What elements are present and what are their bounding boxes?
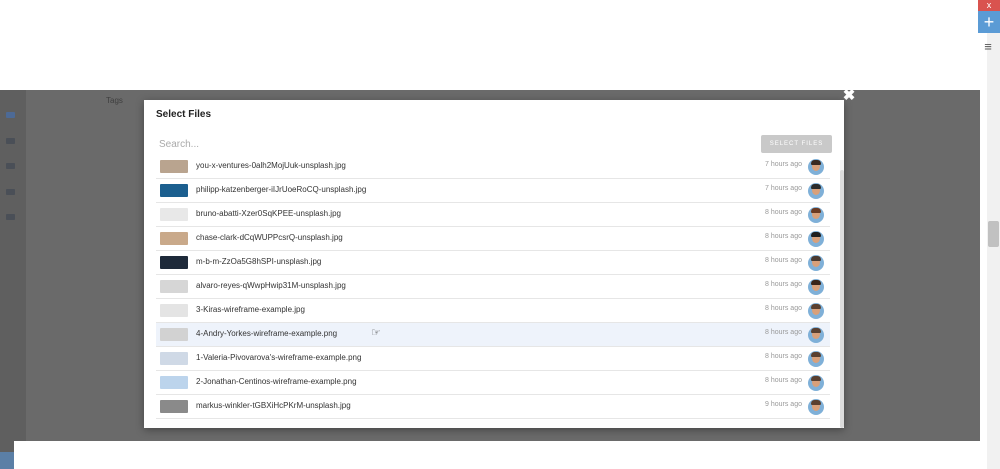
menu-icon[interactable]: ≡ xyxy=(981,40,995,54)
file-thumbnail xyxy=(160,256,188,269)
file-name: m-b-m-ZzOa5G8hSPI-unsplash.jpg xyxy=(196,257,322,266)
file-name: 1-Valeria-Pivovarova's-wireframe-example… xyxy=(196,353,362,362)
file-name: philipp-katzenberger-iIJrUoeRoCQ-unsplas… xyxy=(196,185,367,194)
file-time: 9 hours ago xyxy=(765,401,802,408)
select-files-button[interactable]: SELECT FILES xyxy=(761,135,832,153)
close-panel-button[interactable]: x xyxy=(978,0,1000,11)
file-time: 8 hours ago xyxy=(765,305,802,312)
file-thumbnail xyxy=(160,232,188,245)
background-tags-label: Tags xyxy=(106,96,123,105)
uploader-avatar xyxy=(808,255,824,271)
file-time: 8 hours ago xyxy=(765,257,802,264)
background-footer-strip xyxy=(0,452,14,469)
file-row[interactable]: philipp-katzenberger-iIJrUoeRoCQ-unsplas… xyxy=(156,179,830,203)
stack-icon xyxy=(6,214,15,220)
file-row[interactable]: 2-Jonathan-Centinos-wireframe-example.pn… xyxy=(156,371,830,395)
file-thumbnail xyxy=(160,280,188,293)
file-name: chase-clark-dCqWUPPcsrQ-unsplash.jpg xyxy=(196,233,343,242)
page-scrollbar-thumb[interactable] xyxy=(988,221,999,247)
file-list-scrollbar-thumb[interactable] xyxy=(840,170,844,428)
file-name: 3-Kiras-wireframe-example.jpg xyxy=(196,305,305,314)
file-row[interactable]: chase-clark-dCqWUPPcsrQ-unsplash.jpg 8 ho… xyxy=(156,227,830,251)
file-row[interactable]: 3-Kiras-wireframe-example.jpg 8 hours ago xyxy=(156,299,830,323)
file-time: 8 hours ago xyxy=(765,329,802,336)
file-row[interactable]: markus-winkler-tGBXiHcPKrM-unsplash.jpg 9… xyxy=(156,395,830,419)
uploader-avatar xyxy=(808,207,824,223)
uploader-avatar xyxy=(808,399,824,415)
uploader-avatar xyxy=(808,303,824,319)
file-name: markus-winkler-tGBXiHcPKrM-unsplash.jpg xyxy=(196,401,351,410)
add-button[interactable]: + xyxy=(978,11,1000,33)
uploader-avatar xyxy=(808,375,824,391)
file-time: 8 hours ago xyxy=(765,281,802,288)
uploader-avatar xyxy=(808,231,824,247)
select-files-modal: Select Files SELECT FILES you-x-ventures… xyxy=(144,100,844,428)
file-thumbnail xyxy=(160,184,188,197)
file-row[interactable]: you-x-ventures-0alh2MojUuk-unsplash.jpg 7… xyxy=(156,156,830,179)
file-thumbnail xyxy=(160,160,188,173)
file-time: 8 hours ago xyxy=(765,377,802,384)
file-row[interactable]: 1-Valeria-Pivovarova's-wireframe-example… xyxy=(156,347,830,371)
uploader-avatar xyxy=(808,351,824,367)
file-name: you-x-ventures-0alh2MojUuk-unsplash.jpg xyxy=(196,161,346,170)
file-thumbnail xyxy=(160,304,188,317)
file-thumbnail xyxy=(160,352,188,365)
file-time: 7 hours ago xyxy=(765,161,802,168)
uploader-avatar xyxy=(808,279,824,295)
card-icon xyxy=(6,138,15,144)
top-bar xyxy=(0,0,980,90)
file-row[interactable]: bruno-abatti-Xzer0SqKPEE-unsplash.jpg 8 h… xyxy=(156,203,830,227)
file-time: 8 hours ago xyxy=(765,233,802,240)
file-name: bruno-abatti-Xzer0SqKPEE-unsplash.jpg xyxy=(196,209,341,218)
file-time: 7 hours ago xyxy=(765,185,802,192)
modal-title: Select Files xyxy=(156,109,212,120)
hand-cursor-icon: ☞ xyxy=(371,327,381,339)
uploader-avatar xyxy=(808,183,824,199)
file-row[interactable]: 4-Andry-Yorkes-wireframe-example.png 8 ho… xyxy=(156,323,830,347)
file-thumbnail xyxy=(160,400,188,413)
search-input[interactable] xyxy=(156,135,752,153)
file-row[interactable]: m-b-m-ZzOa5G8hSPI-unsplash.jpg 8 hours ag… xyxy=(156,251,830,275)
file-name: alvaro-reyes-qWwpHwip31M-unsplash.jpg xyxy=(196,281,346,290)
uploader-avatar xyxy=(808,159,824,175)
background-content-panel xyxy=(14,441,984,469)
file-thumbnail xyxy=(160,376,188,389)
file-thumbnail xyxy=(160,208,188,221)
file-name: 4-Andry-Yorkes-wireframe-example.png xyxy=(196,329,338,338)
file-time: 8 hours ago xyxy=(765,353,802,360)
file-row[interactable]: alvaro-reyes-qWwpHwip31M-unsplash.jpg 8 h… xyxy=(156,275,830,299)
uploader-avatar xyxy=(808,327,824,343)
list-icon xyxy=(6,112,15,118)
file-list: you-x-ventures-0alh2MojUuk-unsplash.jpg 7… xyxy=(156,156,830,421)
folder-icon xyxy=(6,189,15,195)
file-thumbnail xyxy=(160,328,188,341)
modal-close-button[interactable]: ✖ xyxy=(842,88,856,103)
file-icon xyxy=(6,163,15,169)
file-name: 2-Jonathan-Centinos-wireframe-example.pn… xyxy=(196,377,357,386)
file-time: 8 hours ago xyxy=(765,209,802,216)
background-sidebar xyxy=(0,90,26,469)
